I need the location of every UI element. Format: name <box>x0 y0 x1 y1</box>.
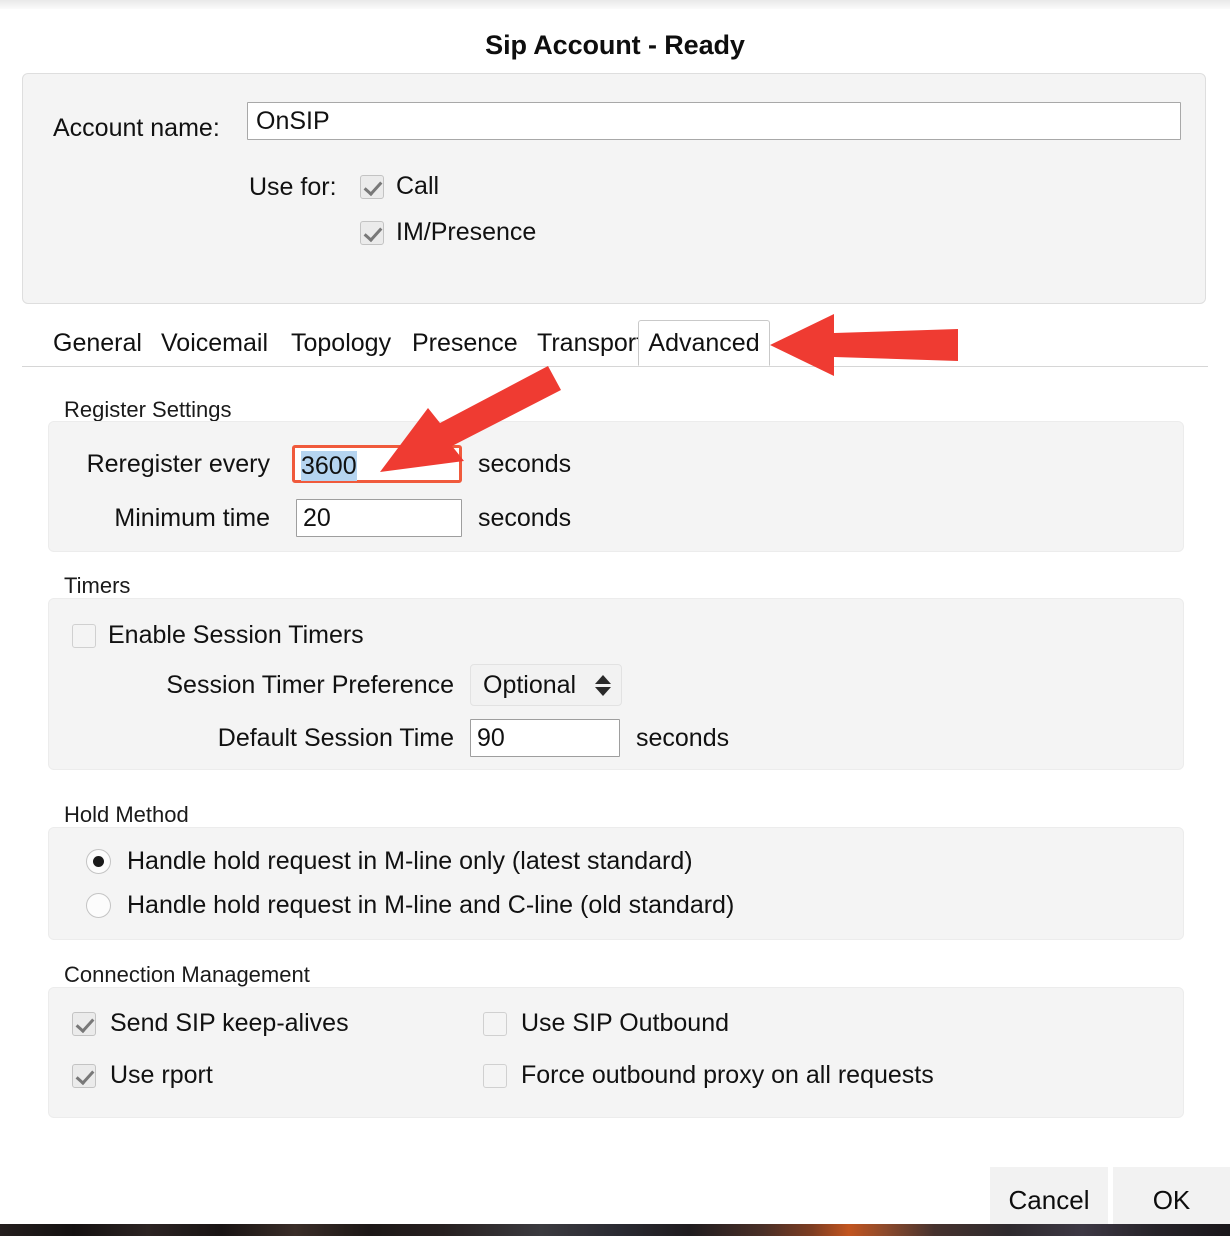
default-session-time-input[interactable]: 90 <box>470 719 620 757</box>
reregister-every-value: 3600 <box>301 451 357 481</box>
chevron-up-down-icon <box>595 675 611 696</box>
checkmark-icon[interactable] <box>72 1012 96 1036</box>
session-timer-preference-select[interactable]: Optional <box>470 664 622 706</box>
minimum-time-unit: seconds <box>478 504 571 533</box>
send-sip-keep-alives-label: Send SIP keep-alives <box>110 1009 349 1038</box>
hold-method-option-m-and-c-line-label: Handle hold request in M-line and C-line… <box>127 891 734 920</box>
send-sip-keep-alives-row[interactable]: Send SIP keep-alives <box>72 1009 349 1038</box>
hold-method-group-title: Hold Method <box>64 802 189 828</box>
use-sip-outbound-label: Use SIP Outbound <box>521 1009 729 1038</box>
session-timer-preference-row: Session Timer Preference Optional <box>140 664 622 706</box>
tab-presence[interactable]: Presence <box>397 320 533 366</box>
use-for-call-checkbox-row[interactable]: Call <box>360 172 439 201</box>
use-for-im-presence-label: IM/Presence <box>396 218 536 247</box>
enable-session-timers-label: Enable Session Timers <box>108 621 364 650</box>
use-for-im-presence-checkbox-row[interactable]: IM/Presence <box>360 218 536 247</box>
connection-management-group-title: Connection Management <box>64 962 310 988</box>
checkbox-empty-icon[interactable] <box>483 1012 507 1036</box>
reregister-every-input[interactable]: 3600 <box>292 445 462 483</box>
default-session-time-label: Default Session Time <box>140 724 454 753</box>
minimum-time-label: Minimum time <box>74 504 270 533</box>
tab-bar: General Voicemail Topology Presence Tran… <box>22 320 1208 367</box>
tab-bar-divider <box>22 366 1208 367</box>
register-settings-group-title: Register Settings <box>64 397 232 423</box>
tab-topology[interactable]: Topology <box>276 320 406 366</box>
enable-session-timers-row[interactable]: Enable Session Timers <box>72 621 364 650</box>
tab-voicemail[interactable]: Voicemail <box>146 320 283 366</box>
minimum-time-row: Minimum time 20 seconds <box>74 499 571 537</box>
checkmark-icon[interactable] <box>72 1064 96 1088</box>
reregister-every-label: Reregister every <box>74 450 270 479</box>
checkbox-empty-icon[interactable] <box>72 624 96 648</box>
use-rport-row[interactable]: Use rport <box>72 1061 213 1090</box>
hold-method-option-m-line-only[interactable]: Handle hold request in M-line only (late… <box>86 847 693 876</box>
session-timer-preference-label: Session Timer Preference <box>140 671 454 700</box>
desktop-wallpaper-strip <box>0 1224 1230 1236</box>
account-name-input[interactable]: OnSIP <box>247 102 1181 140</box>
hold-method-option-m-line-only-label: Handle hold request in M-line only (late… <box>127 847 693 876</box>
account-section: Account name: OnSIP Use for: Call IM/Pre… <box>22 73 1206 304</box>
connection-management-panel <box>48 987 1184 1118</box>
reregister-every-row: Reregister every 3600 seconds <box>74 445 571 483</box>
session-timer-preference-value: Optional <box>483 671 576 700</box>
reregister-every-unit: seconds <box>478 450 571 479</box>
minimum-time-input[interactable]: 20 <box>296 499 462 537</box>
use-sip-outbound-row[interactable]: Use SIP Outbound <box>483 1009 729 1038</box>
hold-method-option-m-and-c-line[interactable]: Handle hold request in M-line and C-line… <box>86 891 734 920</box>
window-titlebar-strip <box>0 0 1230 9</box>
use-for-label: Use for: <box>249 173 337 202</box>
use-for-call-label: Call <box>396 172 439 201</box>
force-outbound-proxy-label: Force outbound proxy on all requests <box>521 1061 934 1090</box>
use-rport-label: Use rport <box>110 1061 213 1090</box>
force-outbound-proxy-row[interactable]: Force outbound proxy on all requests <box>483 1061 934 1090</box>
hold-method-panel <box>48 827 1184 940</box>
radio-selected-icon[interactable] <box>86 849 111 874</box>
account-name-label: Account name: <box>53 114 220 143</box>
dialog-title: Sip Account - Ready <box>0 30 1230 61</box>
tab-advanced[interactable]: Advanced <box>638 320 770 366</box>
default-session-time-row: Default Session Time 90 seconds <box>140 719 729 757</box>
checkbox-empty-icon[interactable] <box>483 1064 507 1088</box>
timers-group-title: Timers <box>64 573 130 599</box>
checkmark-icon[interactable] <box>360 175 384 199</box>
checkmark-icon[interactable] <box>360 221 384 245</box>
radio-unselected-icon[interactable] <box>86 893 111 918</box>
tab-general[interactable]: General <box>38 320 157 366</box>
sip-account-dialog: Sip Account - Ready Account name: OnSIP … <box>0 9 1230 1224</box>
default-session-time-unit: seconds <box>636 724 729 753</box>
